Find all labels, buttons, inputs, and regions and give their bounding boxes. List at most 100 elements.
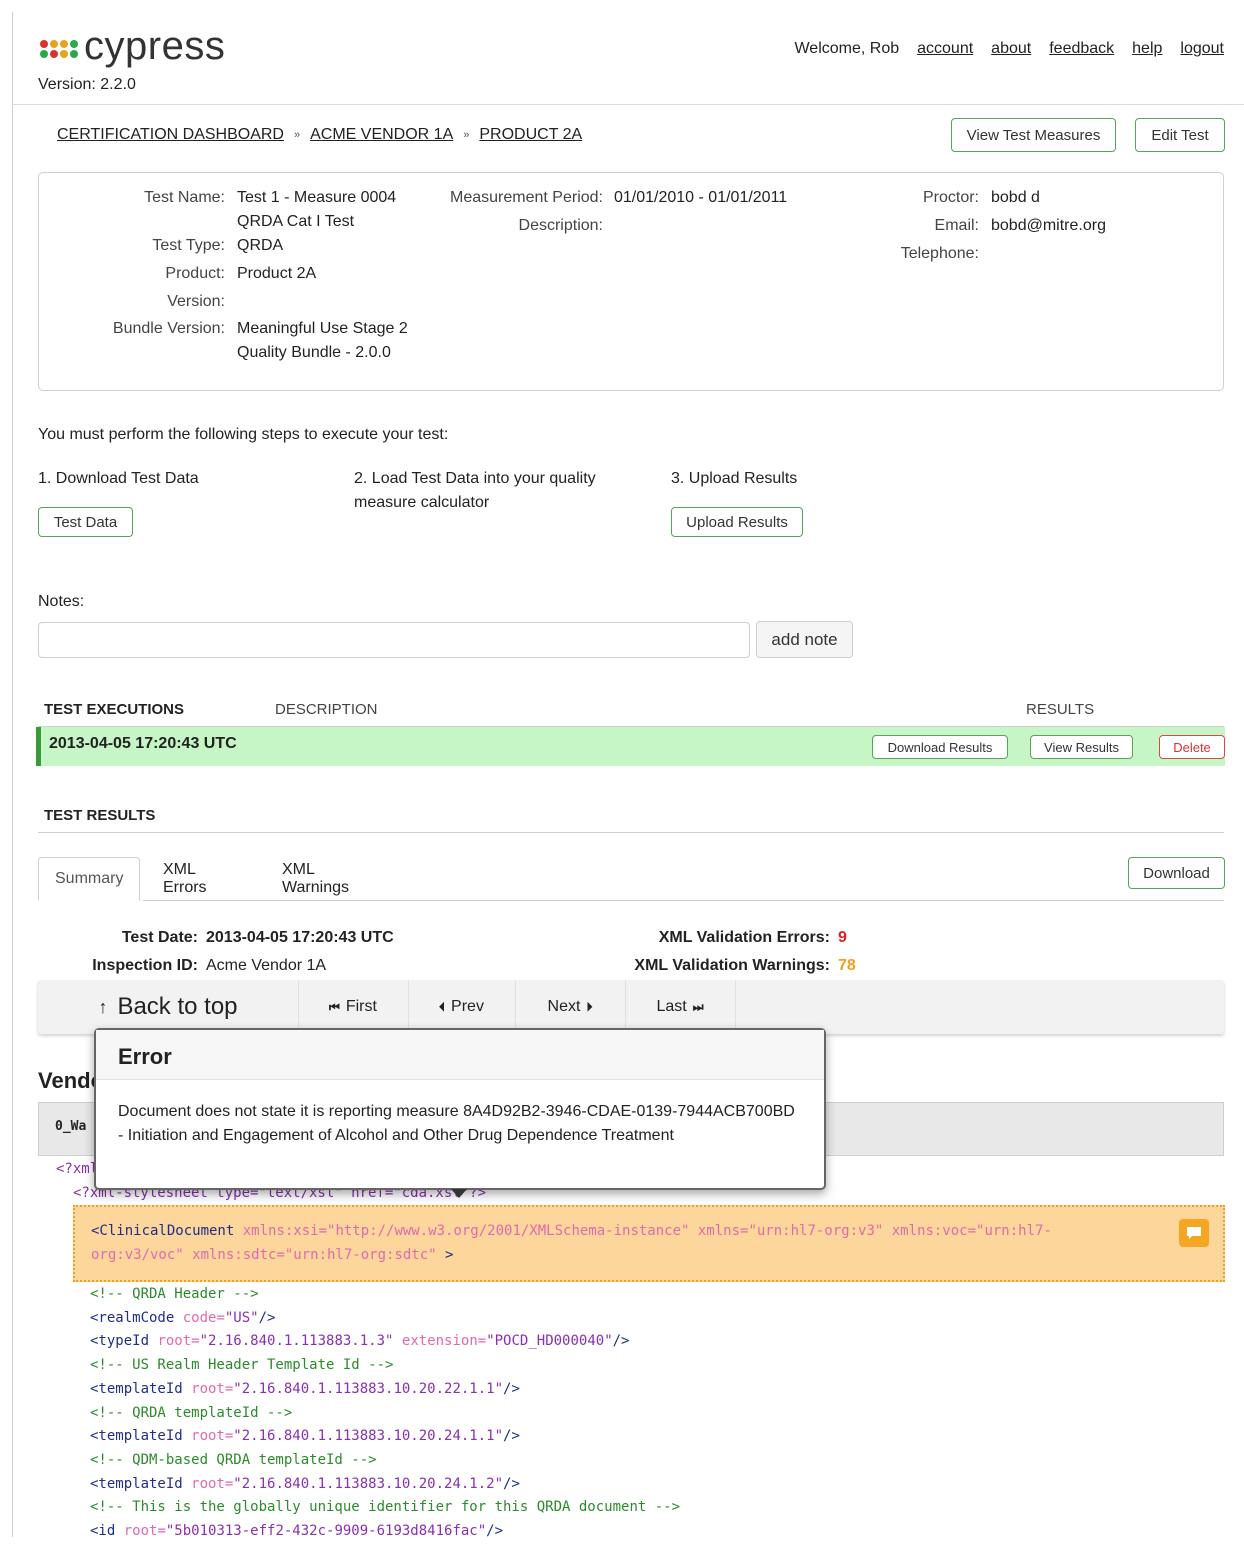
xml-tag-close: /> bbox=[503, 1428, 520, 1445]
first-button[interactable]: ⏮ First bbox=[298, 980, 409, 1034]
prev-button[interactable]: ⏴ Prev bbox=[408, 980, 516, 1034]
bundle-version-label: Bundle Version: bbox=[112, 320, 225, 337]
xml-attr-name: extension= bbox=[393, 1333, 487, 1350]
version-row: Version: bbox=[39, 293, 237, 311]
xml-tag: <realmCode bbox=[90, 1309, 175, 1326]
arrow-up-icon: ↑ bbox=[98, 996, 108, 1017]
last-label: Last bbox=[656, 998, 687, 1015]
test-date-row: Test Date: 2013-04-05 17:20:43 UTC bbox=[38, 929, 394, 947]
xml-errors-label: XML Validation Errors: bbox=[658, 929, 830, 946]
clinical-document-close: > bbox=[436, 1247, 454, 1263]
test-name-label: Test Name: bbox=[144, 189, 225, 206]
prev-page-icon: ⏴ bbox=[439, 999, 446, 1014]
execution-date: 2013-04-05 17:20:43 UTC bbox=[49, 735, 237, 752]
next-label: Next bbox=[547, 998, 581, 1015]
breadcrumb-vendor[interactable]: ACME VENDOR 1A bbox=[310, 126, 453, 144]
test-type-value: QRDA bbox=[237, 237, 284, 254]
xml-attr-name: root= bbox=[182, 1428, 234, 1445]
download-button[interactable]: Download bbox=[1128, 857, 1225, 889]
feedback-link[interactable]: feedback bbox=[1049, 40, 1114, 58]
back-to-top-label: Back to top bbox=[117, 993, 238, 1020]
breadcrumb-dashboard[interactable]: CERTIFICATION DASHBOARD bbox=[57, 126, 284, 144]
xml-comment: <!-- US Realm Header Template Id --> bbox=[90, 1357, 394, 1374]
xml-attr-value: "2.16.840.1.113883.10.20.24.1.2" bbox=[233, 1475, 504, 1492]
description-label: Description: bbox=[518, 217, 603, 234]
xml-comment: <!-- This is the globally unique identif… bbox=[90, 1499, 681, 1516]
xml-warnings-count: 78 bbox=[838, 957, 856, 974]
step-2-text: 2. Load Test Data into your quality meas… bbox=[354, 470, 596, 511]
xml-tag-close: /> bbox=[612, 1333, 630, 1350]
edit-test-button[interactable]: Edit Test bbox=[1135, 118, 1225, 152]
xml-comment: <!-- QRDA templateId --> bbox=[90, 1404, 293, 1421]
test-name-value: Test 1 - Measure 0004 QRDA Cat I Test bbox=[237, 189, 397, 230]
notes-textarea[interactable] bbox=[38, 622, 750, 658]
xml-warnings-row: XML Validation Warnings: 78 bbox=[580, 957, 856, 975]
view-results-button[interactable]: View Results bbox=[1030, 735, 1133, 759]
breadcrumb-product[interactable]: PRODUCT 2A bbox=[479, 126, 582, 144]
xml-errors-count: 9 bbox=[838, 929, 847, 946]
popover-message: Document does not state it is reporting … bbox=[118, 1103, 795, 1144]
speech-bubble-icon bbox=[1187, 1227, 1201, 1239]
account-link[interactable]: account bbox=[917, 40, 973, 58]
description-row: Description: bbox=[439, 217, 614, 235]
xml-tag: <typeId bbox=[90, 1333, 150, 1350]
add-note-button[interactable]: add note bbox=[756, 621, 853, 658]
code-line: <templateId root="2.16.840.1.113883.10.2… bbox=[90, 1378, 520, 1402]
last-button[interactable]: Last ⏭ bbox=[625, 980, 736, 1034]
measurement-period-row: Measurement Period: 01/01/2010 - 01/01/2… bbox=[439, 189, 787, 207]
telephone-row: Telephone: bbox=[879, 245, 991, 263]
measurement-period-label: Measurement Period: bbox=[450, 189, 603, 206]
tab-summary[interactable]: Summary bbox=[38, 857, 141, 901]
next-button[interactable]: Next ⏵ bbox=[515, 980, 626, 1034]
back-to-top-button[interactable]: ↑ Back to top bbox=[38, 980, 299, 1034]
xml-attr-name: root= bbox=[182, 1380, 234, 1397]
execution-row[interactable]: 2013-04-05 17:20:43 UTC Download Results… bbox=[36, 727, 1225, 766]
welcome-text: Welcome, Rob bbox=[794, 40, 900, 57]
test-data-button[interactable]: Test Data bbox=[38, 507, 133, 537]
delete-button[interactable]: Delete bbox=[1159, 735, 1225, 759]
xml-comment: <!-- QRDA Header --> bbox=[90, 1286, 259, 1302]
test-date-label: Test Date: bbox=[121, 929, 198, 946]
telephone-label: Telephone: bbox=[900, 245, 979, 262]
xml-tag-close: /> bbox=[258, 1309, 276, 1326]
proctor-row: Proctor: bobd d bbox=[879, 189, 1040, 207]
tab-xml-errors[interactable]: XML Errors bbox=[163, 857, 207, 901]
test-results-heading: TEST RESULTS bbox=[44, 807, 156, 824]
logo-dots-icon bbox=[40, 40, 78, 58]
first-label: First bbox=[345, 998, 377, 1015]
step-3-text: 3. Upload Results bbox=[671, 470, 798, 487]
product-row: Product: Product 2A bbox=[39, 265, 316, 283]
steps-intro: You must perform the following steps to … bbox=[38, 426, 449, 443]
test-date-value: 2013-04-05 17:20:43 UTC bbox=[206, 929, 394, 946]
xml-tag: <templateId bbox=[90, 1475, 183, 1492]
col-test-executions: TEST EXECUTIONS bbox=[44, 701, 185, 718]
notes-label: Notes: bbox=[38, 593, 85, 610]
download-results-button[interactable]: Download Results bbox=[872, 735, 1008, 759]
breadcrumb-separator: » bbox=[463, 129, 470, 141]
top-nav: Welcome, Rob account about feedback help… bbox=[794, 40, 1224, 58]
first-page-icon: ⏮ bbox=[329, 999, 340, 1014]
proctor-value: bobd d bbox=[991, 189, 1040, 206]
xml-attr-name: root= bbox=[149, 1333, 200, 1350]
logo-dot bbox=[40, 50, 48, 58]
bundle-version-value: Meaningful Use Stage 2 Quality Bundle - … bbox=[237, 320, 408, 361]
code-line: <!-- US Realm Header Template Id --> bbox=[90, 1354, 393, 1378]
navigation-toolbar: ↑ Back to top ⏮ First ⏴ Prev Next ⏵ Last… bbox=[38, 980, 1224, 1034]
code-line: <realmCode code="US"/> bbox=[90, 1307, 275, 1331]
view-test-measures-button[interactable]: View Test Measures bbox=[951, 118, 1116, 152]
code-line: <templateId root="2.16.840.1.113883.10.2… bbox=[90, 1473, 520, 1497]
upload-results-button[interactable]: Upload Results bbox=[671, 507, 803, 537]
logo[interactable]: cypress bbox=[40, 26, 225, 66]
tab-xml-warnings[interactable]: XML Warnings bbox=[282, 857, 349, 901]
next-page-icon: ⏵ bbox=[586, 999, 593, 1014]
code-line: <!-- QRDA templateId --> bbox=[90, 1402, 292, 1426]
version-label: Version: bbox=[167, 293, 225, 310]
xml-attr-value: "2.16.840.1.113883.10.20.22.1.1" bbox=[233, 1380, 504, 1397]
clinical-document-line: <ClinicalDocument xmlns:xsi="http://www.… bbox=[91, 1219, 1052, 1267]
logout-link[interactable]: logout bbox=[1180, 40, 1224, 58]
xml-tag: <templateId bbox=[90, 1380, 183, 1397]
help-link[interactable]: help bbox=[1132, 40, 1162, 58]
comment-icon[interactable] bbox=[1179, 1219, 1209, 1247]
about-link[interactable]: about bbox=[991, 40, 1031, 58]
highlighted-error-block[interactable]: <ClinicalDocument xmlns:xsi="http://www.… bbox=[73, 1205, 1225, 1282]
